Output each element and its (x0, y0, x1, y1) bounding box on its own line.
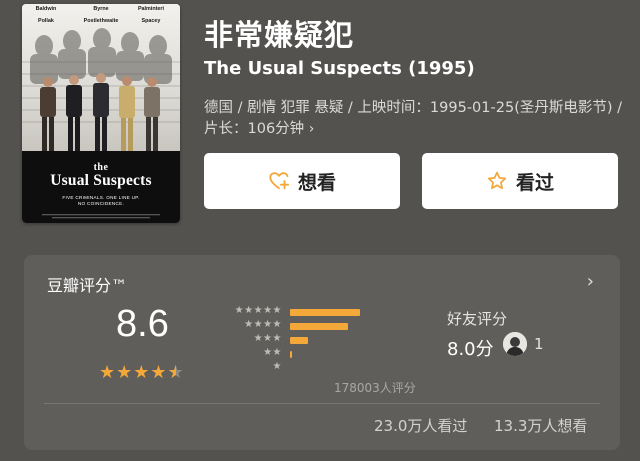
watched-button[interactable]: 看过 (422, 153, 618, 209)
star-icon: ★ (150, 362, 168, 383)
poster-credit: Spacey (141, 18, 161, 24)
rating-distribution-row: ★★★ (202, 333, 362, 348)
poster-tagline: FIVE CRIMINALS. ONE LINE UP. NO COINCIDE… (22, 195, 180, 207)
friends-rating-label: 好友评分 (447, 310, 508, 328)
poster-credit: Pollak (38, 18, 54, 24)
distribution-bar (290, 351, 292, 358)
poster-artwork (22, 4, 180, 223)
movie-meta[interactable]: 德国 / 剧情 犯罪 悬疑 / 上映时间：1995-01-25(圣丹斯电影节) … (204, 98, 624, 140)
distribution-bar (290, 337, 308, 344)
star-icon: ★ (133, 362, 151, 383)
movie-meta-text: 德国 / 剧情 犯罪 悬疑 / 上映时间：1995-01-25(圣丹斯电影节) … (204, 100, 622, 137)
movie-title-en: The Usual Suspects (1995) (204, 58, 475, 79)
chevron-right-icon[interactable]: › (587, 271, 594, 292)
avatar-image (503, 332, 527, 356)
distribution-stars: ★ (272, 361, 282, 372)
poster-title: Usual Suspects (50, 172, 152, 189)
distribution-stars: ★★ (263, 347, 282, 358)
movie-title-cn: 非常嫌疑犯 (204, 18, 355, 52)
star-outline-icon (487, 171, 507, 190)
want-count[interactable]: 13.3万人想看 (494, 415, 587, 436)
distribution-bar (290, 309, 360, 316)
star-icon: ★ (116, 362, 134, 383)
poster-credit: Byrne (93, 6, 109, 12)
star-icon: ★ (99, 362, 117, 383)
distribution-stars: ★★★ (253, 333, 282, 344)
watched-label: 看过 (515, 171, 554, 194)
half-star-icon: ★ (168, 362, 185, 383)
divider (44, 403, 600, 404)
avatar[interactable] (503, 332, 527, 356)
rating-distribution-row: ★★ (202, 347, 362, 362)
heart-plus-icon (269, 172, 290, 190)
poster-credit: Postlethwaite (83, 18, 119, 24)
distribution-stars: ★★★★★ (234, 305, 282, 316)
want-to-watch-button[interactable]: 想看 (204, 153, 400, 209)
rating-score: 8.6 (116, 303, 169, 345)
poster-credit: Baldwin (35, 6, 57, 12)
poster-credit: Palminteri (137, 6, 165, 12)
rating-distribution-row: ★★★★★ (202, 305, 362, 320)
want-to-watch-label: 想看 (297, 171, 336, 194)
rating-count: 178003人评分 (334, 381, 416, 395)
rating-distribution-row: ★ (202, 361, 362, 376)
chevron-right-icon: › (308, 121, 315, 137)
movie-poster[interactable]: Baldwin Byrne Palminteri Pollak Postleth… (22, 4, 180, 223)
friends-count: 1 (534, 335, 544, 353)
distribution-stars: ★★★★ (244, 319, 282, 330)
douban-rating-card[interactable]: 豆瓣评分™ › 8.6 ★★★★★ ★★★★★★★★★★★★★★★ 178003… (24, 255, 620, 450)
rating-title: 豆瓣评分™ (47, 276, 128, 295)
friends-rating-score: 8.0分 (447, 339, 494, 360)
rating-stars: ★★★★★ (99, 362, 185, 383)
watched-count[interactable]: 23.0万人看过 (374, 415, 467, 436)
distribution-bar (290, 323, 348, 330)
rating-distribution-row: ★★★★ (202, 319, 362, 334)
poster-tagline-line: NO COINCIDENCE. (77, 201, 125, 206)
